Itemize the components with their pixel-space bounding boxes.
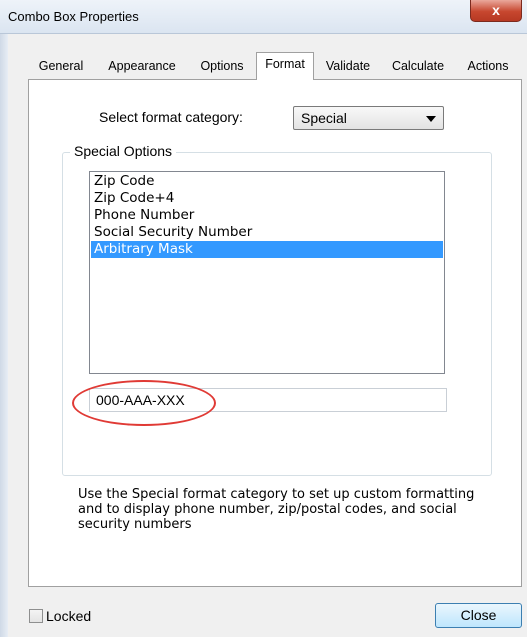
list-item-phone-number[interactable]: Phone Number <box>91 207 443 224</box>
arbitrary-mask-input[interactable]: 000-AAA-XXX <box>89 388 447 412</box>
list-item-zip-code-4[interactable]: Zip Code+4 <box>91 190 443 207</box>
title-bar: Combo Box Properties x <box>0 0 527 34</box>
tab-label: General <box>38 59 84 73</box>
locked-checkbox[interactable] <box>29 609 43 623</box>
list-item-arbitrary-mask[interactable]: Arbitrary Mask <box>91 241 443 258</box>
close-button[interactable]: Close <box>435 603 522 628</box>
tab-label: Appearance <box>108 59 176 73</box>
description-line: Use the Special format category to set u… <box>78 487 475 502</box>
tab-label: Actions <box>467 59 509 73</box>
format-category-value: Special <box>301 110 347 126</box>
special-options-label: Special Options <box>70 143 177 159</box>
list-item-zip-code[interactable]: Zip Code <box>91 173 443 190</box>
tab-actions[interactable]: Actions <box>460 56 516 79</box>
description-line: security numbers <box>78 517 192 532</box>
tab-appearance[interactable]: Appearance <box>99 56 185 79</box>
tab-label: Options <box>200 59 244 73</box>
close-icon[interactable]: x <box>470 0 522 22</box>
tab-label: Format <box>265 57 305 71</box>
chevron-down-icon <box>426 116 436 122</box>
format-category-label: Select format category: <box>99 109 243 125</box>
special-options-list[interactable]: Zip Code Zip Code+4 Phone Number Social … <box>89 171 445 374</box>
close-glyph: x <box>492 2 500 18</box>
tab-options[interactable]: Options <box>193 56 251 79</box>
tab-label: Calculate <box>391 59 445 73</box>
format-category-select[interactable]: Special <box>293 106 444 130</box>
window-title: Combo Box Properties <box>8 9 139 24</box>
locked-label[interactable]: Locked <box>46 608 91 624</box>
tab-label: Validate <box>325 59 371 73</box>
tab-format[interactable]: Format <box>256 52 314 80</box>
list-item-social-security-number[interactable]: Social Security Number <box>91 224 443 241</box>
tab-calculate[interactable]: Calculate <box>384 56 452 79</box>
description-line: and to display phone number, zip/postal … <box>78 502 457 517</box>
tab-validate[interactable]: Validate <box>318 56 378 79</box>
tab-general[interactable]: General <box>31 56 91 79</box>
window-left-border <box>0 34 8 637</box>
format-description: Use the Special format category to set u… <box>78 487 508 532</box>
